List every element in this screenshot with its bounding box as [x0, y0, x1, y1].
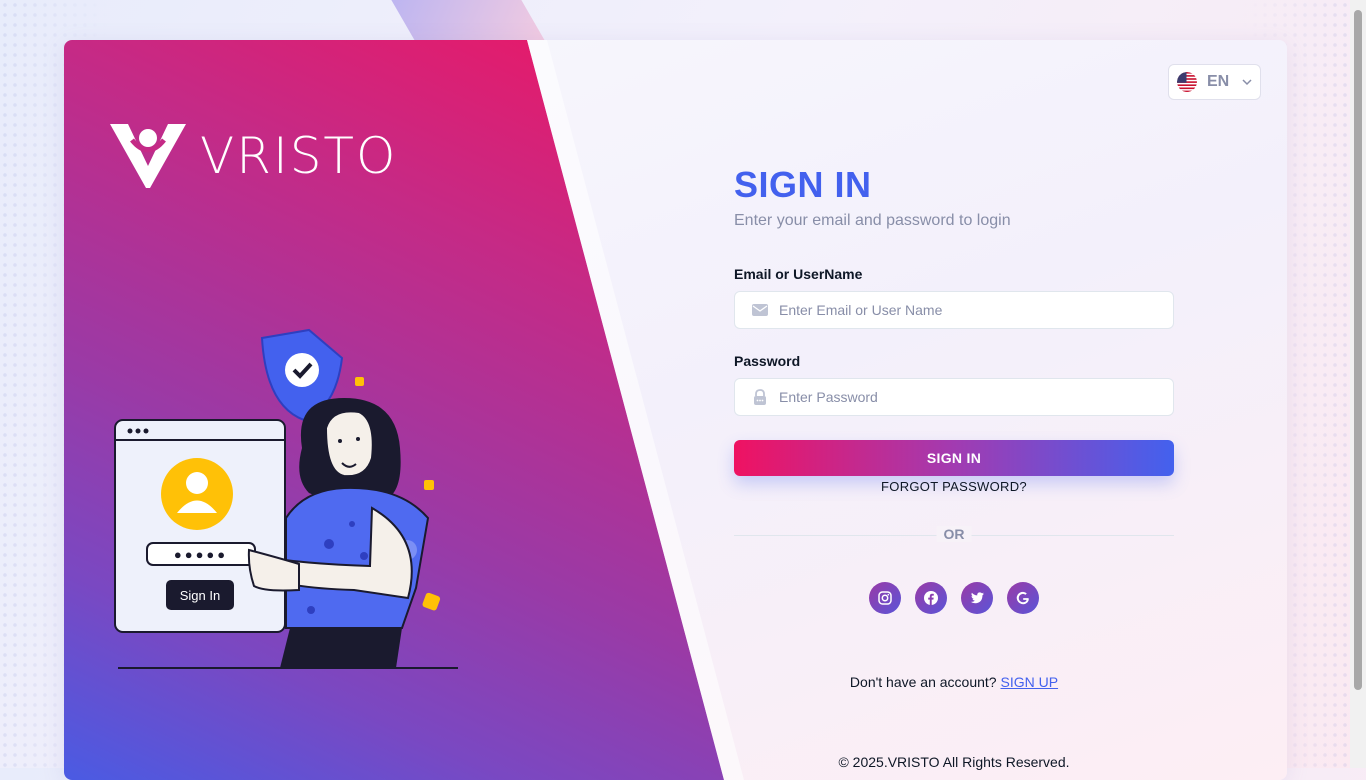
page-title: SIGN IN [734, 164, 872, 205]
scrollbar-thumb[interactable] [1354, 10, 1362, 690]
page-subtitle: Enter your email and password to login [734, 212, 1011, 229]
page-scrollbar[interactable] [1350, 0, 1366, 768]
logo-mark-icon [110, 124, 186, 188]
twitter-button[interactable] [961, 582, 993, 614]
facebook-icon [924, 591, 938, 605]
password-label: Password [734, 353, 801, 369]
us-flag-icon [1177, 72, 1197, 92]
password-field[interactable] [777, 388, 1173, 406]
login-illustration: ●●●●● Sign In [114, 328, 458, 669]
signup-prompt: Don't have an account? [849, 674, 997, 690]
signin-form: SIGN IN Enter your email and password to… [734, 164, 1174, 770]
signin-button[interactable]: SIGN IN [734, 440, 1174, 476]
signup-row: Don't have an account? SIGN UP [734, 674, 1174, 690]
auth-card: VRISTO ●●●●● Sign In EN SIGN IN Enter yo… [64, 40, 1287, 780]
chevron-down-icon [1242, 79, 1252, 86]
lock-icon [754, 389, 766, 405]
google-icon [1016, 591, 1029, 605]
or-divider: OR [734, 526, 1174, 542]
twitter-icon [970, 592, 984, 604]
illustration-signin-label: Sign In [180, 588, 220, 603]
brand-name: VRISTO [200, 127, 398, 185]
or-text: OR [936, 526, 972, 542]
language-selector[interactable]: EN [1168, 64, 1261, 100]
mail-icon [752, 304, 768, 316]
illustration-password-mask: ●●●●● [174, 547, 228, 562]
facebook-button[interactable] [915, 582, 947, 614]
email-field-wrapper [734, 291, 1174, 329]
email-label: Email or UserName [734, 266, 863, 282]
forgot-password-link[interactable]: FORGOT PASSWORD? [734, 479, 1174, 494]
social-login-buttons [734, 582, 1174, 614]
brand-panel: VRISTO ●●●●● Sign In [64, 40, 724, 780]
google-button[interactable] [1007, 582, 1039, 614]
email-field[interactable] [777, 301, 1173, 319]
password-field-wrapper [734, 378, 1174, 416]
instagram-button[interactable] [869, 582, 901, 614]
signup-link[interactable]: SIGN UP [1000, 674, 1058, 690]
language-code: EN [1207, 73, 1230, 90]
instagram-icon [878, 591, 892, 605]
brand-logo: VRISTO [110, 122, 397, 190]
